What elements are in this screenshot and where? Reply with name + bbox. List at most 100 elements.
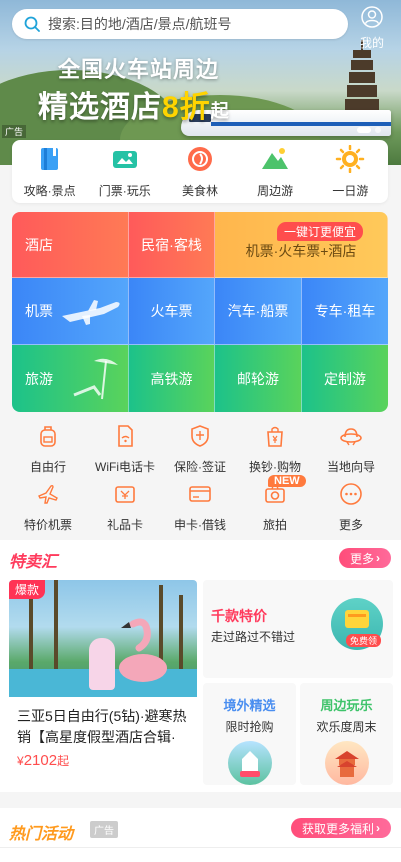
wifi-card-icon	[118, 425, 133, 447]
service-label: 礼品卡	[106, 518, 143, 532]
search-icon	[24, 16, 40, 32]
service-label: 特价机票	[23, 518, 72, 532]
grid-flight-label: 机票	[25, 303, 53, 319]
carousel-dots[interactable]	[357, 127, 381, 133]
service-credit-card[interactable]: 申卡·借钱	[160, 482, 240, 533]
quick-item-daytrip[interactable]: 一日游	[315, 144, 385, 199]
price-value: 2102	[23, 752, 58, 769]
grid-cruise[interactable]: 邮轮游	[215, 345, 302, 412]
chevron-right-icon: ›	[376, 821, 380, 835]
landmark-icon	[227, 741, 272, 785]
banner-title-line2: 精选酒店8折起	[38, 82, 230, 126]
quick-item-label: 周边游	[257, 183, 294, 198]
card-title: 周边玩乐	[320, 698, 373, 713]
shield-icon	[191, 425, 209, 447]
sun-icon	[336, 144, 365, 173]
quick-item-guide[interactable]: 攻略·景点	[15, 145, 85, 199]
my-account-button[interactable]: 我的	[355, 6, 389, 51]
home-page: 全国火车站周边 精选酒店8折起 广告 搜索:目的地/酒店/景点/航班号 我的 攻…	[0, 0, 401, 862]
service-label: 更多	[338, 518, 363, 532]
food-icon	[187, 146, 212, 171]
carousel-dot[interactable]	[357, 127, 371, 133]
ticket-icon	[112, 150, 137, 168]
quick-item-food[interactable]: 美食林	[165, 145, 235, 199]
more-button[interactable]: 更多 ›	[339, 548, 391, 568]
service-free-travel[interactable]: 自由行	[8, 424, 88, 475]
hot-activities-section: 热门活动 广告 获取更多福利 ›	[0, 808, 401, 862]
main-service-grid: 酒店 民宿·客栈 一键订更便宜 机票·火车票+酒店 机票 火车票 汽车·船票 专…	[12, 212, 388, 412]
grid-inn[interactable]: 民宿·客栈	[129, 212, 215, 278]
temple-icon	[324, 741, 369, 785]
grid-combo-label: 机票·火车票+酒店	[245, 242, 357, 259]
grid-highspeed[interactable]: 高铁游	[129, 345, 215, 412]
service-label: 保险·签证	[174, 460, 226, 474]
service-travel-photo[interactable]: 旅拍	[235, 482, 315, 533]
grid-car-rental-label: 专车·租车	[314, 303, 376, 319]
quick-item-label: 一日游	[332, 183, 369, 198]
flash-sale-section: 特卖汇 更多 › 爆款 三亚5日自由行(5钻)·避寒热销【高星度假型酒店合辑·	[0, 540, 401, 792]
quick-entry-bar: 攻略·景点 门票·玩乐 美食林 周边游 一日游	[12, 140, 388, 203]
service-gift-card[interactable]: 礼品卡	[85, 482, 165, 533]
quick-item-nearby[interactable]: 周边游	[240, 145, 310, 199]
ad-tag: 广告	[2, 125, 27, 138]
service-currency-shopping[interactable]: 换钞·购物	[235, 424, 315, 475]
grid-hotel[interactable]: 酒店	[12, 212, 129, 278]
service-label: 申卡·借钱	[174, 518, 226, 532]
service-local-guide[interactable]: 当地向导	[311, 424, 391, 475]
grid-custom[interactable]: 定制游	[302, 345, 388, 412]
more-icon	[340, 483, 362, 505]
services-grid: 自由行 WiFi电话卡 保险·签证 换钞·购物 当地向导 特价机票 礼品卡 申卡…	[0, 418, 401, 533]
deal-price: ¥2102起	[17, 752, 69, 769]
grid-travel-label: 旅游	[25, 370, 53, 387]
credit-card-icon	[189, 486, 211, 502]
mountain-icon	[262, 147, 289, 169]
card-subtitle: 限时抢购	[225, 720, 274, 734]
gift-card-icon	[115, 486, 135, 503]
service-label: 换钞·购物	[249, 460, 301, 474]
nearby-fun-card[interactable]: 周边玩乐 欢乐度周末	[300, 683, 393, 785]
card-subtitle: 欢乐度周末	[316, 720, 377, 734]
plane-icon	[38, 484, 58, 504]
card-subtitle: 走过路过不错过	[211, 630, 296, 644]
backpack-icon	[40, 426, 56, 447]
new-badge: NEW	[268, 475, 306, 487]
grid-flight-hotel-combo[interactable]: 一键订更便宜 机票·火车票+酒店	[215, 212, 388, 278]
service-label: 当地向导	[326, 460, 375, 474]
my-account-label: 我的	[359, 36, 384, 50]
service-label: 自由行	[29, 460, 66, 474]
carousel-dot[interactable]	[375, 127, 381, 133]
featured-deal-card[interactable]: 爆款 三亚5日自由行(5钻)·避寒热销【高星度假型酒店合辑· ¥2102起	[9, 580, 197, 785]
section-title: 热门活动	[9, 826, 74, 843]
service-insurance-visa[interactable]: 保险·签证	[160, 424, 240, 475]
overseas-select-card[interactable]: 境外精选 限时抢购	[203, 683, 296, 785]
search-input[interactable]: 搜索:目的地/酒店/景点/航班号	[12, 9, 348, 39]
grid-hotel-label: 酒店	[25, 236, 53, 253]
grid-highspeed-label: 高铁游	[150, 370, 193, 387]
grid-train[interactable]: 火车票	[129, 278, 215, 345]
service-wifi-card[interactable]: WiFi电话卡	[85, 424, 165, 475]
service-label: 旅拍	[262, 518, 287, 532]
quick-item-label: 美食林	[181, 183, 218, 198]
grid-travel[interactable]: 旅游	[12, 345, 129, 412]
grid-flight[interactable]: 机票	[12, 278, 129, 345]
service-special-flight[interactable]: 特价机票	[8, 482, 88, 533]
service-more[interactable]: 更多	[311, 482, 391, 533]
banner-title-suffix: 起	[210, 101, 230, 121]
benefit-button-label: 获取更多福利	[301, 821, 374, 836]
deal-title: 三亚5日自由行(5钻)·避寒热销【高星度假型酒店合辑·	[17, 708, 187, 745]
grid-inn-label: 民宿·客栈	[141, 236, 202, 253]
grid-car-rental[interactable]: 专车·租车	[302, 278, 388, 345]
grid-train-label: 火车票	[150, 303, 193, 319]
more-button-label: 更多	[349, 551, 374, 566]
price-suffix: 起	[57, 754, 70, 768]
thousand-deals-card[interactable]: 千款特价 走过路过不错过 免费领	[203, 580, 393, 678]
grid-car-ship[interactable]: 汽车·船票	[215, 278, 302, 345]
get-benefits-button[interactable]: 获取更多福利 ›	[291, 818, 391, 838]
card-title: 境外精选	[223, 698, 276, 713]
quick-item-tickets[interactable]: 门票·玩乐	[90, 145, 160, 199]
grid-cruise-label: 邮轮游	[237, 370, 279, 387]
grid-car-ship-label: 汽车·船票	[227, 303, 289, 319]
free-tag: 免费领	[345, 634, 381, 647]
chevron-right-icon: ›	[376, 551, 380, 565]
plane-icon	[62, 300, 120, 325]
